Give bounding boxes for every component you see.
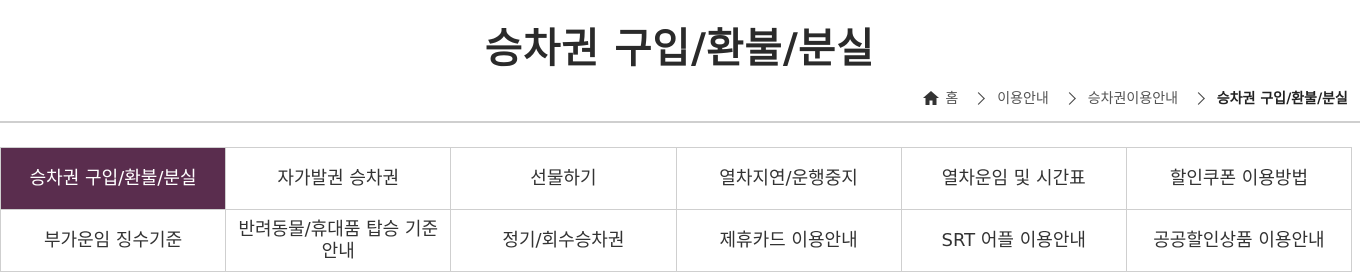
- breadcrumb-home-label[interactable]: 홈: [945, 88, 958, 108]
- menu-item-train-delay[interactable]: 열차지연/운행중지: [676, 148, 902, 210]
- menu-item-label: 부가운임 징수기준: [43, 229, 183, 251]
- menu-item-label: 공공할인상품 이용안내: [1153, 229, 1325, 251]
- menu-item-self-issued-ticket[interactable]: 자가발권 승차권: [226, 148, 452, 210]
- breadcrumb-level2[interactable]: 승차권이용안내: [1088, 88, 1178, 108]
- menu-item-fare-timetable[interactable]: 열차운임 및 시간표: [901, 148, 1127, 210]
- menu-item-ticket-purchase-refund-loss[interactable]: 승차권 구입/환불/분실: [1, 148, 227, 210]
- menu-item-coupon-usage[interactable]: 할인쿠폰 이용방법: [1126, 148, 1352, 210]
- menu-item-label: 열차지연/운행중지: [719, 167, 858, 189]
- menu-item-srt-app[interactable]: SRT 어플 이용안내: [901, 210, 1127, 272]
- menu-item-pets-luggage[interactable]: 반려동물/휴대품 탑승 기준 안내: [226, 210, 452, 272]
- menu-item-public-discount[interactable]: 공공할인상품 이용안내: [1126, 210, 1352, 272]
- home-icon: [923, 91, 940, 105]
- menu-item-label: 선물하기: [530, 167, 597, 189]
- page-title: 승차권 구입/환불/분실: [485, 24, 875, 72]
- menu-item-season-ticket[interactable]: 정기/회수승차권: [451, 210, 677, 272]
- menu-item-additional-fare[interactable]: 부가운임 징수기준: [1, 210, 227, 272]
- menu-item-label: SRT 어플 이용안내: [941, 229, 1086, 251]
- menu-item-label: 반려동물/휴대품 탑승 기준 안내: [238, 218, 439, 262]
- menu-item-gift[interactable]: 선물하기: [451, 148, 677, 210]
- breadcrumb-home[interactable]: 홈: [923, 88, 958, 108]
- header-divider: [0, 121, 1360, 123]
- chevron-right-icon: [1062, 91, 1076, 105]
- menu-item-label: 제휴카드 이용안내: [719, 229, 858, 251]
- menu-item-partner-card[interactable]: 제휴카드 이용안내: [676, 210, 902, 272]
- breadcrumb-level1[interactable]: 이용안내: [997, 88, 1049, 108]
- chevron-right-icon: [1192, 91, 1205, 105]
- menu-item-label: 승차권 구입/환불/분실: [29, 167, 197, 189]
- chevron-right-icon: [972, 91, 986, 105]
- breadcrumb-current: 승차권 구입/환불/분실: [1216, 91, 1348, 107]
- breadcrumb: 홈 이용안내 승차권이용안내 승차권 구입/환불/분실: [923, 86, 1348, 110]
- menu-item-label: 자가발권 승차권: [277, 167, 400, 189]
- menu-item-label: 열차운임 및 시간표: [941, 167, 1086, 189]
- menu-item-label: 정기/회수승차권: [502, 229, 625, 251]
- menu-item-label: 할인쿠폰 이용방법: [1169, 167, 1309, 189]
- sub-menu: 승차권 구입/환불/분실 자가발권 승차권 선물하기 열차지연/운행중지 열차운…: [0, 147, 1352, 272]
